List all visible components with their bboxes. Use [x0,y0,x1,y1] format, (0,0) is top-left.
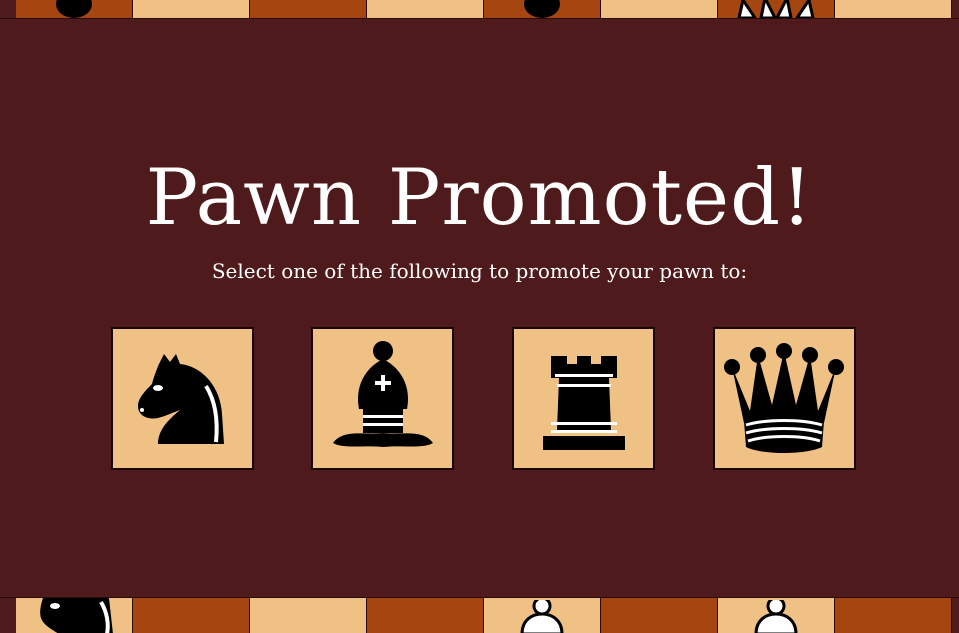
board-square[interactable] [484,598,601,633]
knight-icon [137,353,224,444]
board-row-top [16,0,952,18]
board-square[interactable] [601,598,718,633]
promote-rook-button[interactable] [512,327,655,470]
black-knight-icon [40,598,113,633]
white-queen-icon [737,0,815,18]
board-square[interactable] [601,0,718,18]
black-pawn-icon [56,0,92,18]
board-square[interactable] [835,598,952,633]
dialog-subtitle: Select one of the following to promote y… [211,259,748,283]
bishop-icon [332,340,433,447]
board-square[interactable] [367,598,484,633]
white-pawn-icon [754,600,798,633]
board-square[interactable] [250,598,367,633]
dialog-title: Pawn Promoted! [145,153,814,243]
game-stage: Pawn Promoted! Select one of the followi… [0,0,959,633]
promotion-dialog: Pawn Promoted! Select one of the followi… [0,18,959,598]
board-square[interactable] [718,0,835,18]
board-square[interactable] [133,598,250,633]
board-square[interactable] [16,0,133,18]
promote-knight-button[interactable] [111,327,254,470]
queen-icon [723,342,844,453]
white-pawn-icon [520,600,564,633]
board-square[interactable] [16,598,133,633]
rook-icon [542,355,625,450]
board-row-bottom [16,598,952,633]
board-square[interactable] [367,0,484,18]
promote-bishop-button[interactable] [311,327,454,470]
board-square[interactable] [835,0,952,18]
board-square[interactable] [250,0,367,18]
black-pawn-icon [524,0,560,18]
board-square[interactable] [133,0,250,18]
board-square[interactable] [718,598,835,633]
promote-queen-button[interactable] [713,327,856,470]
board-square[interactable] [484,0,601,18]
